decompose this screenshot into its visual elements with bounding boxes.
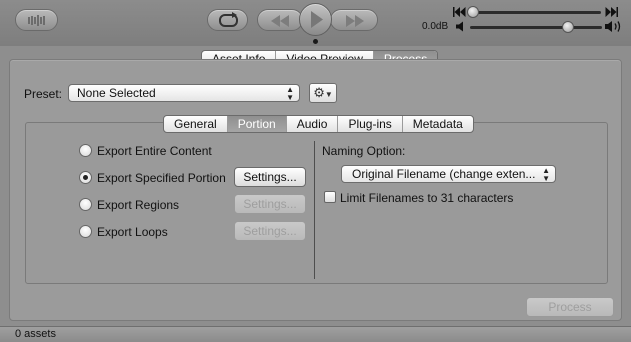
tab-metadata[interactable]: Metadata: [403, 116, 473, 132]
volume-level-label: 0.0dB: [422, 21, 449, 32]
naming-option-label: Naming Option:: [322, 144, 406, 158]
fast-forward-button[interactable]: [330, 9, 378, 31]
column-divider: [314, 141, 315, 279]
volume-slider-knob[interactable]: [562, 21, 574, 33]
tab-general[interactable]: General: [164, 116, 228, 132]
skip-back-icon[interactable]: [452, 6, 466, 18]
position-slider-knob[interactable]: [467, 6, 479, 18]
transport-bar: 0.0dB: [0, 0, 631, 46]
gear-icon: ⚙: [313, 85, 325, 100]
play-icon: [311, 11, 323, 28]
loops-settings-button[interactable]: Settings...: [234, 221, 306, 241]
export-entire-content-radio[interactable]: [79, 144, 92, 157]
rewind-icon: [271, 15, 289, 27]
chevron-down-icon: ▼: [324, 90, 333, 99]
preset-popup[interactable]: None Selected ▲ ▼: [68, 84, 300, 102]
updown-arrows-icon: ▲ ▼: [542, 166, 550, 183]
loop-icon: [219, 12, 238, 27]
tab-portion[interactable]: Portion: [227, 116, 287, 132]
skip-forward-icon[interactable]: [605, 6, 619, 18]
portion-settings-button[interactable]: Settings...: [234, 167, 306, 187]
preset-action-button[interactable]: ⚙▼: [309, 83, 337, 103]
asset-count: 0 assets: [15, 328, 56, 340]
volume-slider-track[interactable]: [470, 26, 602, 29]
status-bar: 0 assets: [0, 326, 631, 342]
export-regions-label: Export Regions: [97, 198, 180, 212]
preset-value: None Selected: [77, 86, 156, 100]
fast-forward-icon: [346, 15, 364, 27]
naming-option-value: Original Filename (change exten...: [352, 167, 536, 181]
limit-filenames-label: Limit Filenames to 31 characters: [340, 191, 514, 205]
process-button[interactable]: Process: [526, 297, 614, 317]
export-regions-radio[interactable]: [79, 198, 92, 211]
volume-low-icon: [456, 21, 463, 32]
export-specified-portion-radio[interactable]: [79, 171, 92, 184]
tab-plug-ins[interactable]: Plug-ins: [338, 116, 403, 132]
updown-arrows-icon: ▲ ▼: [286, 85, 294, 102]
tab-audio[interactable]: Audio: [287, 116, 339, 132]
sub-tab-bar: General Portion Audio Plug-ins Metadata: [163, 115, 474, 133]
export-loops-label: Export Loops: [97, 225, 168, 239]
loop-button[interactable]: [207, 9, 248, 31]
volume-high-icon: [605, 21, 621, 32]
preset-label: Preset:: [24, 87, 63, 101]
export-loops-radio[interactable]: [79, 225, 92, 238]
export-entire-content-label: Export Entire Content: [97, 144, 212, 158]
position-slider-track[interactable]: [468, 11, 601, 14]
position-indicator: [313, 39, 318, 44]
limit-filenames-checkbox[interactable]: [324, 191, 336, 203]
loop-region-button[interactable]: [15, 9, 58, 31]
export-specified-portion-label: Export Specified Portion: [97, 171, 226, 185]
play-button[interactable]: [299, 3, 332, 36]
naming-option-popup[interactable]: Original Filename (change exten... ▲ ▼: [341, 165, 556, 183]
regions-settings-button[interactable]: Settings...: [234, 194, 306, 214]
rewind-button[interactable]: [257, 9, 303, 31]
